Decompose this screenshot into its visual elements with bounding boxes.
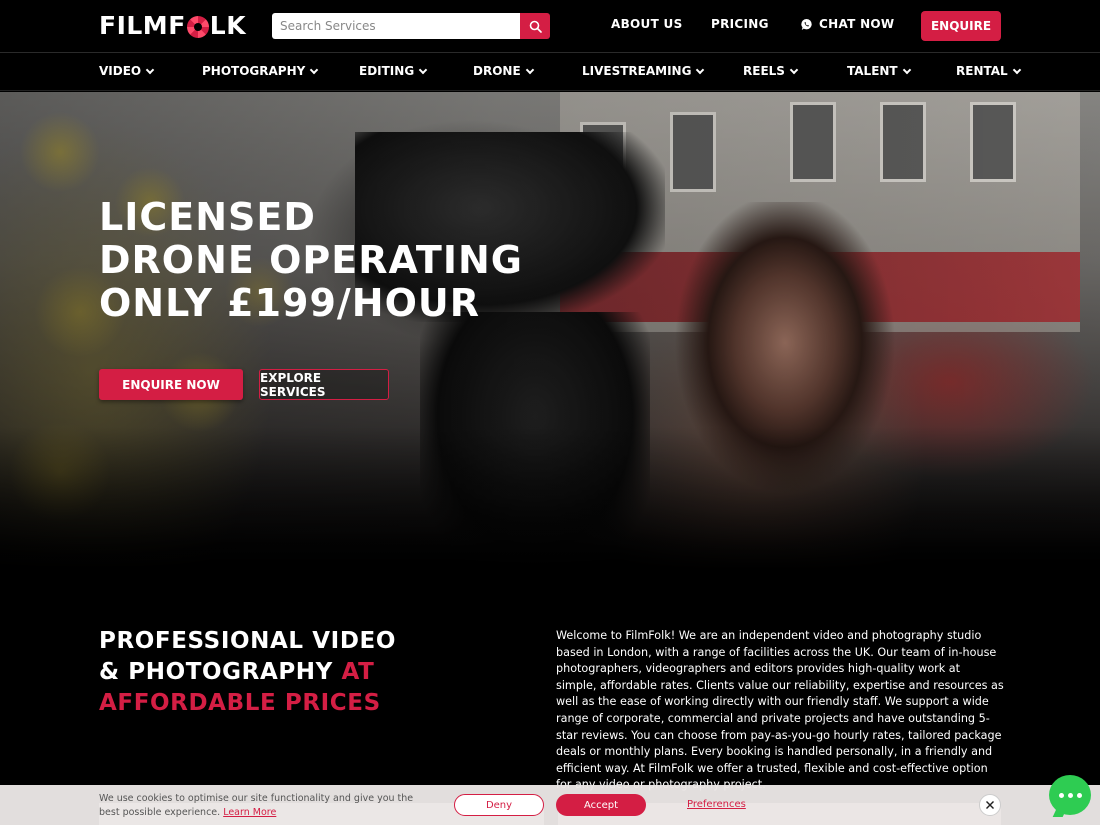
logo-text-end: LK: [209, 11, 247, 40]
nav-video[interactable]: VIDEO: [99, 64, 155, 78]
deny-label: Deny: [485, 799, 513, 811]
nav-photography[interactable]: PHOTOGRAPHY: [202, 64, 319, 78]
enquire-now-button[interactable]: ENQUIRE NOW: [99, 369, 243, 400]
intro-heading: PROFESSIONAL VIDEO & PHOTOGRAPHY AT AFFO…: [99, 626, 396, 719]
cookie-text: We use cookies to optimise our site func…: [99, 792, 429, 820]
nav-video-label: VIDEO: [99, 64, 142, 78]
nav-talent[interactable]: TALENT: [847, 64, 911, 78]
hero-banner: [0, 92, 1100, 570]
nav-photography-label: PHOTOGRAPHY: [202, 64, 306, 78]
whatsapp-icon: [801, 18, 812, 30]
hero-title-line: ONLY £199/HOUR: [99, 281, 481, 325]
chevron-down-icon: [1012, 65, 1021, 74]
enquire-button-label: ENQUIRE: [930, 19, 992, 33]
hero-title-line: LICENSED: [99, 195, 316, 239]
close-cookie-button[interactable]: [979, 794, 1001, 816]
hero-overlay: [0, 92, 1100, 570]
chevron-down-icon: [145, 65, 155, 74]
intro-heading-line: & PHOTOGRAPHY AT: [99, 657, 396, 688]
nav-rental-label: RENTAL: [956, 64, 1008, 78]
aperture-logo-icon: [186, 15, 209, 38]
explore-services-label: EXPLORE SERVICES: [260, 370, 326, 399]
learn-more-link[interactable]: Learn More: [223, 807, 276, 818]
nav-pricing[interactable]: PRICING: [711, 17, 769, 31]
deny-cookies-button[interactable]: Deny: [454, 794, 544, 816]
accept-label: Accept: [583, 799, 619, 811]
nav-chat-now[interactable]: CHAT NOW: [800, 17, 894, 31]
nav-talent-label: TALENT: [847, 64, 898, 78]
search-input[interactable]: [272, 13, 520, 39]
chevron-down-icon: [902, 65, 911, 74]
close-icon: [986, 801, 994, 809]
chat-widget-button[interactable]: [1049, 775, 1091, 815]
nav-livestreaming-label: LIVESTREAMING: [582, 64, 692, 78]
nav-pricing-label: PRICING: [711, 17, 769, 31]
search-button[interactable]: [520, 13, 550, 39]
top-bar: FILMF LK ABOUT US PRICING CHAT NOW ENQUIR…: [0, 0, 1100, 53]
nav-editing-label: EDITING: [359, 64, 415, 78]
search-bar: [272, 13, 550, 39]
accept-cookies-button[interactable]: Accept: [556, 794, 646, 816]
filmfolk-logo[interactable]: FILMF LK: [99, 11, 246, 40]
nav-reels[interactable]: REELS: [743, 64, 799, 78]
nav-about-us-label: ABOUT US: [611, 17, 683, 31]
chevron-down-icon: [418, 65, 428, 74]
main-navigation: VIDEO PHOTOGRAPHY EDITING DRONE LIVESTRE…: [0, 53, 1100, 91]
chat-bubble-icon: [1058, 792, 1082, 798]
intro-heading-accent-line: AFFORDABLE PRICES: [99, 690, 381, 716]
nav-livestreaming[interactable]: LIVESTREAMING: [582, 64, 705, 78]
intro-heading-accent: AT: [341, 659, 375, 685]
nav-about-us[interactable]: ABOUT US: [611, 17, 683, 31]
enquire-now-label: ENQUIRE NOW: [122, 377, 220, 392]
nav-drone[interactable]: DRONE: [473, 64, 534, 78]
nav-rental[interactable]: RENTAL: [956, 64, 1021, 78]
chevron-down-icon: [525, 65, 534, 74]
hero-title-line: DRONE OPERATING: [99, 238, 523, 282]
explore-services-button[interactable]: EXPLORE SERVICES: [259, 369, 389, 400]
intro-heading-text: & PHOTOGRAPHY: [99, 659, 342, 685]
nav-reels-label: REELS: [743, 64, 785, 78]
intro-paragraph: Welcome to FilmFolk! We are an independe…: [556, 629, 1004, 791]
intro-heading-line: PROFESSIONAL VIDEO: [99, 628, 396, 654]
hero-title: LICENSED DRONE OPERATING ONLY £199/HOUR: [99, 196, 523, 325]
nav-editing[interactable]: EDITING: [359, 64, 428, 78]
nav-chat-now-label: CHAT NOW: [819, 17, 895, 31]
enquire-button[interactable]: ENQUIRE: [921, 11, 1001, 41]
search-icon: [529, 20, 542, 33]
chevron-down-icon: [696, 65, 705, 74]
logo-text-start: FILMF: [99, 11, 186, 40]
chevron-down-icon: [310, 65, 319, 74]
nav-drone-label: DRONE: [473, 64, 521, 78]
cookie-preferences-link[interactable]: Preferences: [687, 799, 746, 810]
chevron-down-icon: [789, 65, 799, 74]
